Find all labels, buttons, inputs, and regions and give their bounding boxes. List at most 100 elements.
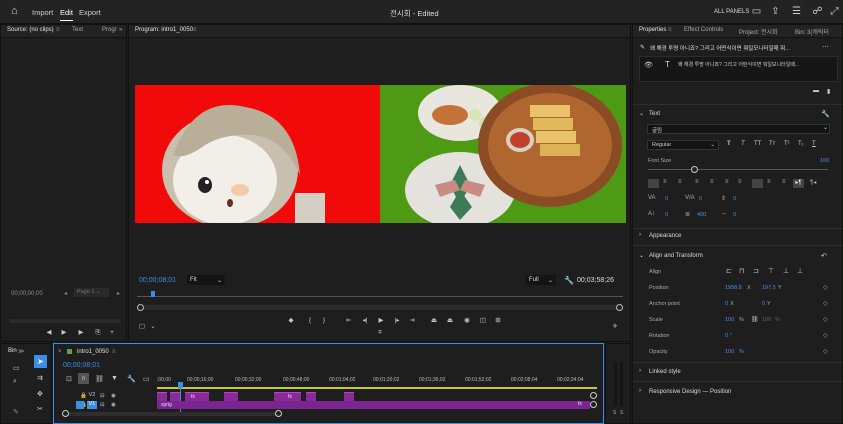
font-size-value[interactable]: 100	[820, 158, 829, 164]
text-section-chevron-icon[interactable]: ⌄	[639, 110, 644, 117]
linked-selection-icon[interactable]: ⛓	[95, 375, 104, 383]
tab-text[interactable]: Text	[72, 27, 83, 33]
position-keyframe-icon[interactable]: ◇	[823, 284, 828, 291]
baseline-value[interactable]: 0	[665, 212, 668, 218]
program-mini-ruler[interactable]	[137, 291, 623, 299]
timeline-ruler[interactable]: ;00;00 00;00;16;00 00;00;32;00 00;00;48;…	[157, 373, 597, 389]
vr-icon[interactable]: ⌗	[375, 328, 385, 338]
responsive-chevron-icon[interactable]: ›	[639, 388, 641, 394]
quality-select[interactable]: Full ⌄	[526, 275, 556, 285]
ltr-icon[interactable]: ▸¶	[793, 179, 804, 188]
tab-sequence[interactable]: intro1_0050	[77, 349, 109, 355]
visibility-eye-icon[interactable]: 👁	[644, 61, 653, 69]
export-frame-icon[interactable]: ▢	[137, 322, 147, 332]
responsive-design-title[interactable]: Responsive Design — Position	[649, 389, 731, 395]
prev-page-icon[interactable]: ◂	[64, 290, 67, 297]
text-layer-row[interactable]: 왜 해경 투명 아니죠? 그리고 어떤식이면 뭐일모니터일때...	[678, 61, 836, 68]
tab-menu-icon[interactable]: ≡	[56, 27, 60, 33]
bin-overflow-icon[interactable]: ≫	[18, 348, 24, 355]
add-marker-icon[interactable]: ▼	[111, 375, 118, 382]
nav-import[interactable]: Import	[32, 8, 53, 17]
share-icon[interactable]: ⇪	[770, 6, 781, 17]
tab-effect-controls[interactable]: Effect Controls	[684, 27, 723, 33]
tsume-value[interactable]: 0	[733, 212, 736, 218]
justify-right-icon[interactable]: ≡	[725, 179, 729, 185]
rotation-keyframe-icon[interactable]: ◇	[823, 332, 828, 339]
align-transform-title[interactable]: Align and Transform	[649, 253, 703, 259]
tab-project[interactable]: Project: 전시회	[739, 27, 778, 36]
text-wrench-icon[interactable]: 🔧	[821, 110, 830, 118]
source-in-icon[interactable]: ◀	[44, 328, 54, 338]
anchor-y-value[interactable]: 0	[762, 301, 765, 307]
fullscreen-icon[interactable]: ⤢	[829, 6, 840, 17]
new-layer-icon[interactable]: ▮	[827, 88, 830, 95]
track-scroll-handle[interactable]	[590, 401, 597, 408]
camera-icon[interactable]: ◉	[462, 316, 472, 326]
timeline-clip[interactable]	[306, 392, 316, 401]
v2-lock-icon[interactable]: 🔒	[80, 393, 87, 399]
scale-keyframe-icon[interactable]: ◇	[823, 316, 828, 323]
small-caps-icon[interactable]: Tт	[769, 141, 775, 147]
layout-icon[interactable]: ☰	[791, 6, 802, 17]
feedback-icon[interactable]: ☍	[812, 6, 823, 17]
ripple-edit-tool-icon[interactable]: ✥	[37, 390, 43, 398]
timeline-clip[interactable]: fx	[274, 392, 301, 401]
extract-icon[interactable]: ⏏	[445, 316, 455, 326]
sequence-menu-icon[interactable]: ≡	[112, 349, 116, 355]
tab-program-short[interactable]: Progr	[102, 27, 117, 33]
text-section-title[interactable]: Text	[649, 111, 660, 117]
all-caps-icon[interactable]: TT	[754, 141, 761, 147]
all-panels-label[interactable]: ALL PANELS	[714, 9, 749, 15]
track-scroll-handle[interactable]	[590, 392, 597, 399]
rtl-icon[interactable]: ¶◂	[810, 179, 816, 186]
home-icon[interactable]: ⌂	[11, 6, 23, 17]
mark-out-icon[interactable]: }	[319, 316, 329, 326]
faux-italic-icon[interactable]: T	[741, 141, 745, 147]
track-select-tool-icon[interactable]: ⇉	[37, 374, 43, 382]
v2-sync-icon[interactable]: ⊟	[100, 393, 105, 399]
timeline-clip[interactable]	[344, 392, 354, 401]
properties-menu-icon[interactable]: ≡	[668, 27, 672, 33]
razor-tool-icon[interactable]: ✂	[37, 405, 43, 413]
v1-source-patch[interactable]	[76, 401, 84, 409]
rotation-value[interactable]: 0	[725, 333, 728, 339]
captions-icon[interactable]: ▭	[143, 375, 150, 383]
text-bottom-icon[interactable]: ≡	[782, 179, 786, 185]
line-spacing-value[interactable]: 400	[697, 212, 706, 218]
solo-left-button[interactable]: S	[613, 410, 616, 416]
go-to-in-icon[interactable]: ⇤	[344, 316, 354, 326]
selection-tool-icon[interactable]: ➤	[34, 355, 47, 368]
align-center-icon[interactable]: ≡	[663, 179, 667, 185]
font-size-slider[interactable]	[648, 166, 828, 173]
program-current-time[interactable]: 00;00;08;01	[139, 277, 176, 284]
program-menu-icon[interactable]: ≡	[193, 27, 197, 33]
leading-value[interactable]: 0	[733, 196, 736, 202]
timeline-timecode[interactable]: 00;00;08;01	[63, 362, 100, 369]
v1-eye-icon[interactable]: ◉	[111, 402, 116, 408]
bin-icon[interactable]: ▭	[13, 364, 20, 372]
play-icon[interactable]: ▶	[376, 316, 386, 326]
step-forward-icon[interactable]: |▸	[392, 316, 402, 326]
track-v1-label[interactable]: V1	[87, 401, 97, 409]
dropdown-icon[interactable]: ⌄	[148, 322, 158, 332]
v1-sync-icon[interactable]: ⊟	[100, 402, 105, 408]
linked-style-chevron-icon[interactable]: ›	[639, 368, 641, 374]
tab-source[interactable]: Source: (no clips)	[7, 27, 54, 33]
justify-center-icon[interactable]: ≡	[710, 179, 714, 185]
nav-export[interactable]: Export	[79, 8, 101, 17]
step-back-icon[interactable]: ◂|	[360, 316, 370, 326]
program-video-frame[interactable]	[135, 85, 626, 223]
align-horizontal-center-icon[interactable]: ⊓	[739, 267, 744, 275]
fit-select[interactable]: Fit ⌄	[187, 275, 225, 285]
tab-overflow-icon[interactable]: »	[119, 27, 122, 33]
tab-program[interactable]: Program: intro1_0050	[135, 27, 193, 33]
tab-bin-bottom[interactable]: Bin	[8, 348, 17, 354]
align-bottom-edge-icon[interactable]: ⊥	[797, 267, 803, 275]
program-playhead[interactable]	[151, 291, 155, 297]
page-select[interactable]: Page 1 ⌄	[74, 288, 109, 297]
timeline-clip[interactable]	[170, 392, 180, 401]
position-y-value[interactable]: 197.5	[762, 285, 776, 291]
search-icon[interactable]: ⌕	[13, 378, 17, 386]
tracking-value[interactable]: 0	[665, 196, 668, 202]
font-style-select[interactable]: Regular ⌄	[647, 140, 719, 150]
